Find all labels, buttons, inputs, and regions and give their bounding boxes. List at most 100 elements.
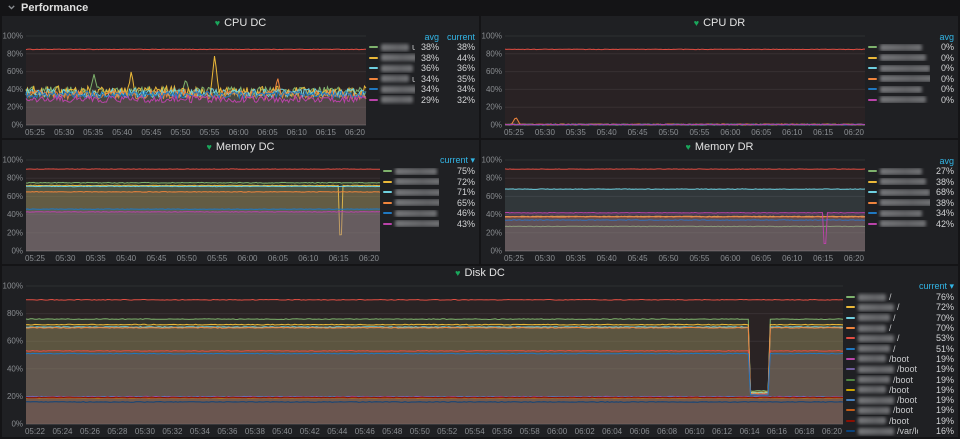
legend-item[interactable]: /boot 19%	[846, 374, 954, 385]
series-color-marker-icon	[868, 212, 877, 215]
legend-column-header-current[interactable]: current ▾	[439, 155, 475, 166]
legend-item[interactable]: 42%	[868, 219, 954, 230]
svg-text:05:34: 05:34	[190, 427, 211, 436]
svg-text:20%: 20%	[486, 103, 502, 112]
panel-header[interactable]: ♥ Disk DC	[2, 266, 958, 280]
legend-value: 34%	[420, 84, 439, 95]
panel-header[interactable]: ♥ Memory DC	[2, 140, 479, 154]
legend-header: avg current	[369, 31, 475, 42]
legend-item[interactable]: user38%38%	[369, 42, 475, 53]
panel-header[interactable]: ♥ Memory DR	[481, 140, 958, 154]
series-color-marker-icon	[868, 67, 877, 70]
svg-text:06:00: 06:00	[720, 254, 741, 263]
legend-item[interactable]: 43%	[383, 219, 475, 230]
legend-column-header-current[interactable]: current	[439, 32, 475, 42]
panel-memory-dr: ♥ Memory DR 0% 20% 40% 60% 80% 100% 05:25 05:30…	[481, 140, 958, 264]
chart-canvas[interactable]: 0% 20% 40% 60% 80% 100% 05:25 05:30 05:35 05:40 05…	[481, 154, 868, 264]
series-name-redacted	[858, 386, 886, 394]
legend-item[interactable]: 0%	[868, 53, 954, 64]
legend-item[interactable]: 0%	[868, 42, 954, 53]
legend-column-header-avg[interactable]: avg	[930, 156, 954, 166]
legend-item[interactable]: 27%	[868, 166, 954, 177]
legend-value: 34%	[456, 84, 475, 95]
panel-header[interactable]: ♥ CPU DR	[481, 16, 958, 30]
legend-item[interactable]: 68%	[868, 187, 954, 198]
legend-item[interactable]: 34%	[868, 208, 954, 219]
row-collapse-chevron-icon[interactable]	[7, 3, 16, 12]
legend-item[interactable]: user29%32%	[369, 95, 475, 106]
legend-item[interactable]: /boot 19%	[846, 385, 954, 395]
chart-canvas[interactable]: 0% 20% 40% 60% 80% 100% 05:25 05:30 05:35 05:40 05…	[2, 154, 383, 264]
series-color-marker-icon	[868, 46, 877, 49]
legend-item[interactable]: 71%	[383, 187, 475, 198]
legend-value: 0%	[940, 42, 954, 53]
alert-ok-heart-icon: ♥	[214, 17, 221, 28]
svg-text:05:35: 05:35	[86, 254, 107, 263]
legend-item[interactable]: /boot 19%	[846, 364, 954, 374]
series-name-redacted	[880, 75, 930, 83]
chart-canvas[interactable]: 0% 20% 40% 60% 80% 100% 05:25 05:30 05:35 05:40 05…	[2, 30, 369, 138]
legend-item[interactable]: user34%34%	[369, 84, 475, 95]
legend-value: 0%	[940, 84, 954, 95]
legend-item[interactable]: /boot 19%	[846, 405, 954, 415]
chart-memory-dr[interactable]: 0% 20% 40% 60% 80% 100% 05:25 05:30 05:35 05:40 05…	[481, 154, 868, 264]
series-name-redacted	[880, 199, 930, 207]
svg-text:80%: 80%	[7, 174, 23, 183]
chart-canvas[interactable]: 0% 20% 40% 60% 80% 100% 05:22 05:24 05:26 05:28 05…	[2, 280, 846, 437]
legend-item[interactable]: 0%	[868, 63, 954, 74]
legend-item[interactable]: 38%	[868, 177, 954, 188]
legend-item[interactable]: user36%36%	[369, 63, 475, 74]
chart-disk-dc[interactable]: 0% 20% 40% 60% 80% 100% 05:22 05:24 05:26 05:28 05…	[2, 280, 846, 437]
legend-item[interactable]: 46%	[383, 208, 475, 219]
legend-item[interactable]: / 51%	[846, 343, 954, 354]
legend-value: 19%	[935, 364, 954, 375]
legend-item[interactable]: /var/log 16%	[846, 426, 954, 436]
legend-column-header-avg[interactable]: avg	[415, 32, 439, 42]
svg-text:06:12: 06:12	[712, 427, 733, 436]
chart-canvas[interactable]: 0% 20% 40% 60% 80% 100% 05:25 05:30 05:35 05:40 05…	[481, 30, 868, 138]
svg-text:06:10: 06:10	[782, 254, 803, 263]
series-name-redacted	[880, 178, 926, 186]
svg-text:05:55: 05:55	[207, 254, 228, 263]
svg-text:06:05: 06:05	[751, 128, 772, 137]
legend-item[interactable]: /boot 19%	[846, 395, 954, 405]
legend-item[interactable]: user34%35%	[369, 74, 475, 85]
svg-text:06:15: 06:15	[316, 128, 337, 137]
legend-item[interactable]: 65%	[383, 198, 475, 209]
legend-item[interactable]: 0%	[868, 95, 954, 106]
legend-column-header-avg[interactable]: avg	[930, 32, 954, 42]
dashboard-row-header[interactable]: Performance	[0, 0, 960, 15]
chart-cpu-dc[interactable]: 0% 20% 40% 60% 80% 100% 05:25 05:30 05:35 05:40 05…	[2, 30, 369, 138]
legend-column-header-current[interactable]: current ▾	[918, 281, 954, 292]
series-color-marker-icon	[846, 378, 855, 381]
svg-text:0%: 0%	[11, 121, 23, 130]
legend-item[interactable]: / 53%	[846, 333, 954, 343]
svg-text:05:40: 05:40	[597, 128, 618, 137]
legend-item[interactable]: 72%	[383, 177, 475, 188]
series-name-redacted	[858, 406, 890, 414]
legend-value: 75%	[456, 166, 475, 177]
legend-value: 34%	[420, 73, 439, 84]
panel-header[interactable]: ♥ CPU DC	[2, 16, 479, 30]
legend-item[interactable]: / 70%	[846, 323, 954, 333]
chart-memory-dc[interactable]: 0% 20% 40% 60% 80% 100% 05:25 05:30 05:35 05:40 05…	[2, 154, 383, 264]
legend-item[interactable]: / 70%	[846, 313, 954, 323]
series-name-redacted	[858, 345, 890, 353]
svg-text:06:08: 06:08	[657, 427, 678, 436]
legend-item[interactable]: / 72%	[846, 302, 954, 312]
legend-item[interactable]: / 76%	[846, 292, 954, 302]
svg-text:06:20: 06:20	[844, 128, 865, 137]
legend-item[interactable]: 0%	[868, 84, 954, 95]
svg-text:05:35: 05:35	[566, 254, 587, 263]
legend-item[interactable]: 0%	[868, 74, 954, 85]
series-name-suffix: /boot	[889, 415, 910, 426]
legend-item[interactable]: /boot 19%	[846, 416, 954, 426]
series-color-marker-icon	[846, 306, 855, 309]
legend-value: 38%	[935, 176, 954, 187]
legend-item[interactable]: 75%	[383, 166, 475, 177]
svg-text:06:00: 06:00	[547, 427, 568, 436]
chart-cpu-dr[interactable]: 0% 20% 40% 60% 80% 100% 05:25 05:30 05:35 05:40 05…	[481, 30, 868, 138]
legend-item[interactable]: user38%44%	[369, 53, 475, 64]
legend-item[interactable]: 38%	[868, 198, 954, 209]
legend-item[interactable]: /boot 19%	[846, 354, 954, 364]
